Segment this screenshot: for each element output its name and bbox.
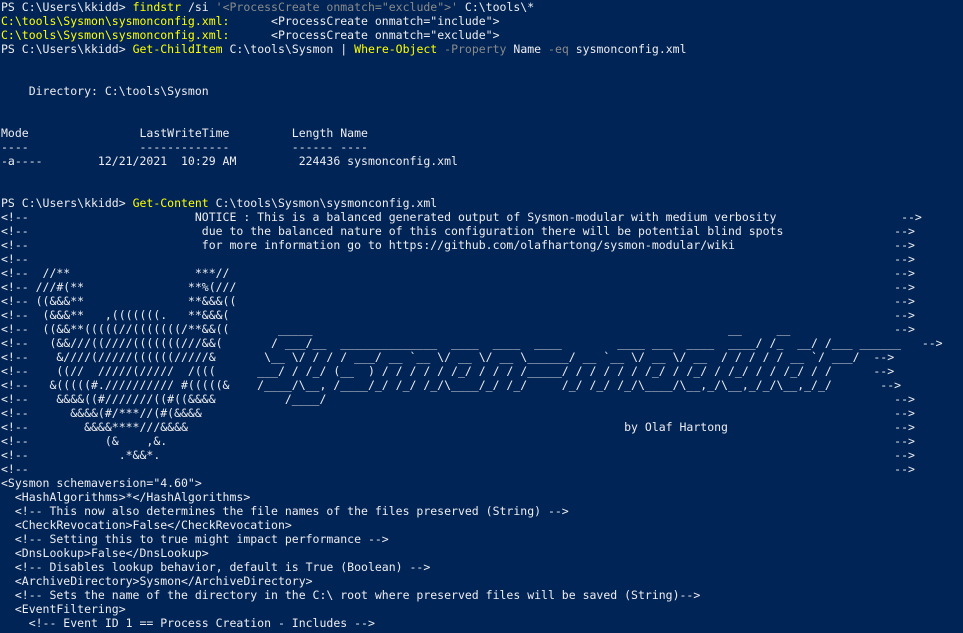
file-content-line: <HashAlgorithms>*</HashAlgorithms> <box>1 490 251 504</box>
file-content-line: <!-- &(((((#.////////// #(((((& /____/\_… <box>1 378 902 392</box>
filter-value: sysmonconfig.xml <box>568 42 687 56</box>
file-content-line: <!-- --> <box>1 252 915 266</box>
parameter-eq: -eq <box>548 42 569 56</box>
file-content-line: <!-- due to the balanced nature of this … <box>1 224 915 238</box>
powershell-console[interactable]: PS C:\Users\kkidd> findstr /si '<Process… <box>0 0 963 633</box>
file-content-line: <!-- (&&///((////(((((((///&&( / ___/__ … <box>1 336 943 350</box>
prompt: PS C:\Users\kkidd> <box>1 0 133 14</box>
file-content-line: <!-- //** ***// --> <box>1 266 915 280</box>
file-content-line: <!-- Event ID 1 == Process Creation - In… <box>1 616 375 630</box>
result-file-path: C:\tools\Sysmon\sysmonconfig.xml: <box>1 28 230 42</box>
command-name: Get-ChildItem <box>132 42 223 56</box>
command-args: /si <box>181 0 216 14</box>
directory-label: Directory: C:\tools\Sysmon <box>1 84 209 98</box>
file-content-line: <!-- ((&&**(((((//(((((((/**&&(( _____ _… <box>1 322 915 336</box>
result-text: <ProcessCreate onmatch="exclude"> <box>229 28 500 42</box>
result-text: <ProcessCreate onmatch="include"> <box>229 14 500 28</box>
file-content-line: <!-- Disables lookup behavior, default i… <box>1 560 431 574</box>
parameter-property: -Property <box>437 42 507 56</box>
listing-header: Mode LastWriteTime Length Name <box>1 126 368 140</box>
search-pattern: '<ProcessCreate onmatch="exclude">' <box>215 0 458 14</box>
command-args: C:\tools\* <box>457 0 535 14</box>
command-line-get-content: PS C:\Users\kkidd> Get-Content C:\tools\… <box>1 196 963 210</box>
file-content-line: <!-- &&&&((#///////((#((&&&& /____/ --> <box>1 392 915 406</box>
file-content-line: <EventFiltering> <box>1 602 126 616</box>
file-content-line: <!-- &&&&(#/***//(#(&&&& --> <box>1 406 915 420</box>
file-content-line: <!-- (& ,&. --> <box>1 434 915 448</box>
file-content-line: <!-- (&&&** ,(((((((. **&&&( --> <box>1 308 915 322</box>
file-content-line: <!-- ((// /////(///// /((( ___/ / /_/ (_… <box>1 364 895 378</box>
result-file-path: C:\tools\Sysmon\sysmonconfig.xml: <box>1 14 230 28</box>
command-line-findstr: PS C:\Users\kkidd> findstr /si '<Process… <box>1 0 963 14</box>
property-name: Name <box>506 42 549 56</box>
file-content-line: <!-- NOTICE : This is a balanced generat… <box>1 210 922 224</box>
file-content-line: <!-- Sets the name of the directory in t… <box>1 588 701 602</box>
file-content-output: <!-- NOTICE : This is a balanced generat… <box>1 210 963 630</box>
file-content-line: <Sysmon schemaversion="4.60"> <box>1 476 202 490</box>
file-content-line: <!-- for more information go to https://… <box>1 238 915 252</box>
file-content-line: <!-- ///#(** **%(/// --> <box>1 280 915 294</box>
findstr-result-line: C:\tools\Sysmon\sysmonconfig.xml: <Proce… <box>1 28 963 42</box>
prompt: PS C:\Users\kkidd> <box>1 196 133 210</box>
findstr-result-line: C:\tools\Sysmon\sysmonconfig.xml: <Proce… <box>1 14 963 28</box>
file-content-line: <!-- --> <box>1 462 915 476</box>
command-name: findstr <box>132 0 182 14</box>
file-content-line: <CheckRevocation>False</CheckRevocation> <box>1 518 292 532</box>
file-content-line: <!-- &&&&****///&&&& by Olaf Hartong --> <box>1 420 915 434</box>
prompt: PS C:\Users\kkidd> <box>1 42 133 56</box>
pipeline-command: Where-Object <box>354 42 438 56</box>
file-content-line: <DnsLookup>False</DnsLookup> <box>1 546 209 560</box>
command-path: C:\tools\Sysmon | <box>222 42 355 56</box>
file-content-line: <ArchiveDirectory>Sysmon</ArchiveDirecto… <box>1 574 313 588</box>
file-content-line: <!-- This now also determines the file n… <box>1 504 569 518</box>
file-content-line: <!-- ((&&&** **&&&(( --> <box>1 294 915 308</box>
command-name: Get-Content <box>132 196 209 210</box>
file-content-line: <!-- Setting this to true might impact p… <box>1 532 389 546</box>
listing-row: -a---- 12/21/2021 10:29 AM 224436 sysmon… <box>1 154 458 168</box>
listing-separator: ---- ------------- ------ ---- <box>1 140 368 154</box>
command-args: C:\tools\Sysmon\sysmonconfig.xml <box>208 196 438 210</box>
command-line-get-childitem: PS C:\Users\kkidd> Get-ChildItem C:\tool… <box>1 42 963 56</box>
file-content-line: <!-- &////(/////((((((/////& \__ \/ / / … <box>1 350 895 364</box>
file-content-line: <!-- .*&&*. --> <box>1 448 915 462</box>
